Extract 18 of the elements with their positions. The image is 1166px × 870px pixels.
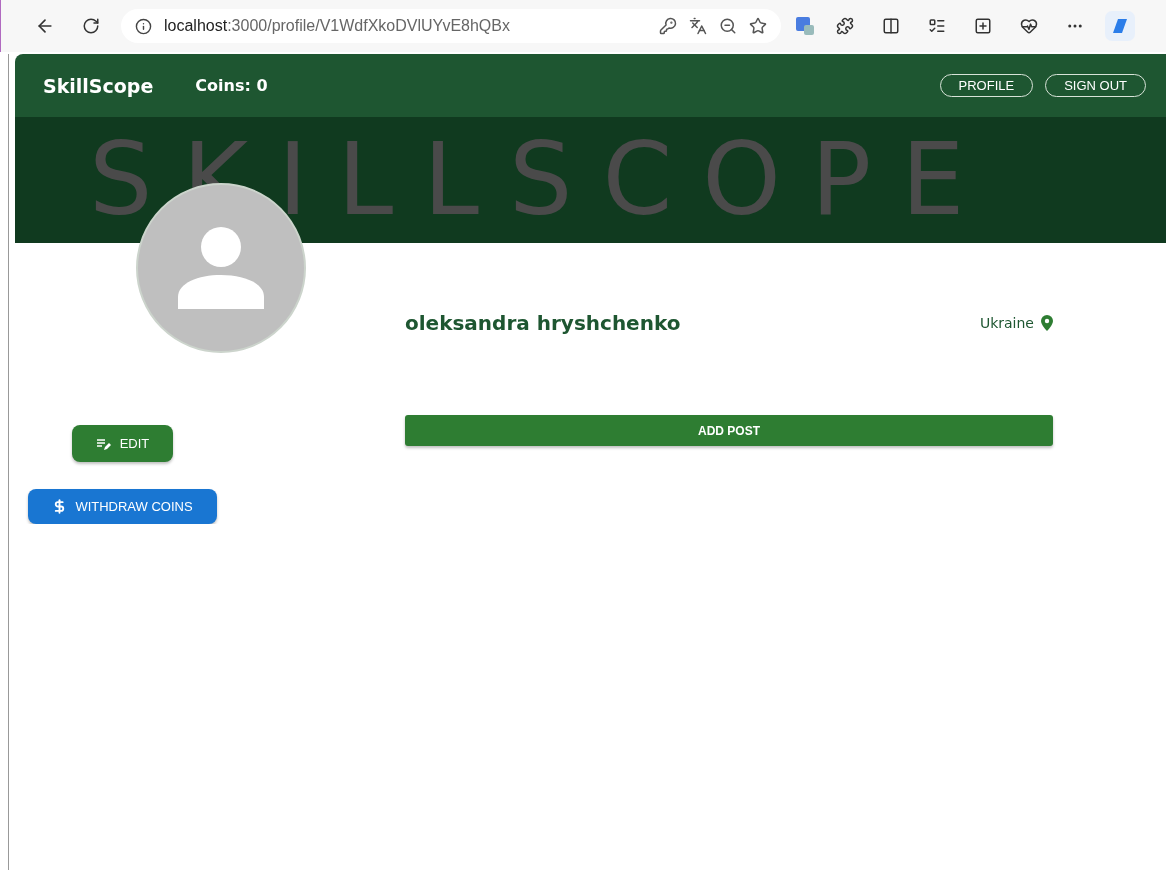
add-post-button[interactable]: ADD POST <box>405 415 1053 446</box>
location-text: Ukraine <box>979 315 1034 331</box>
key-icon[interactable] <box>659 17 677 35</box>
info-icon[interactable] <box>135 17 152 35</box>
edit-list-icon <box>95 436 112 451</box>
brand-logo[interactable]: SkillScope <box>43 74 154 97</box>
zoom-out-icon[interactable] <box>719 17 737 35</box>
map-pin-icon <box>1041 315 1053 331</box>
url-text: localhost:3000/profile/V1WdfXkoDVlUYvE8hQBx <box>164 17 511 35</box>
coins-count: Coins: 0 <box>195 76 269 95</box>
edit-button[interactable]: EDIT <box>71 425 174 462</box>
banner-watermark: SKILLSCOPE <box>89 130 995 230</box>
star-icon[interactable] <box>749 17 767 35</box>
person-silhouette-icon <box>178 227 264 309</box>
address-bar[interactable]: localhost:3000/profile/V1WdfXkoDVlUYvE8hQBx <box>121 9 781 43</box>
user-name: oleksandra hryshchenko <box>405 311 681 335</box>
withdraw-button[interactable]: WITHDRAW COINS <box>28 489 217 524</box>
translate-icon[interactable] <box>689 17 707 35</box>
